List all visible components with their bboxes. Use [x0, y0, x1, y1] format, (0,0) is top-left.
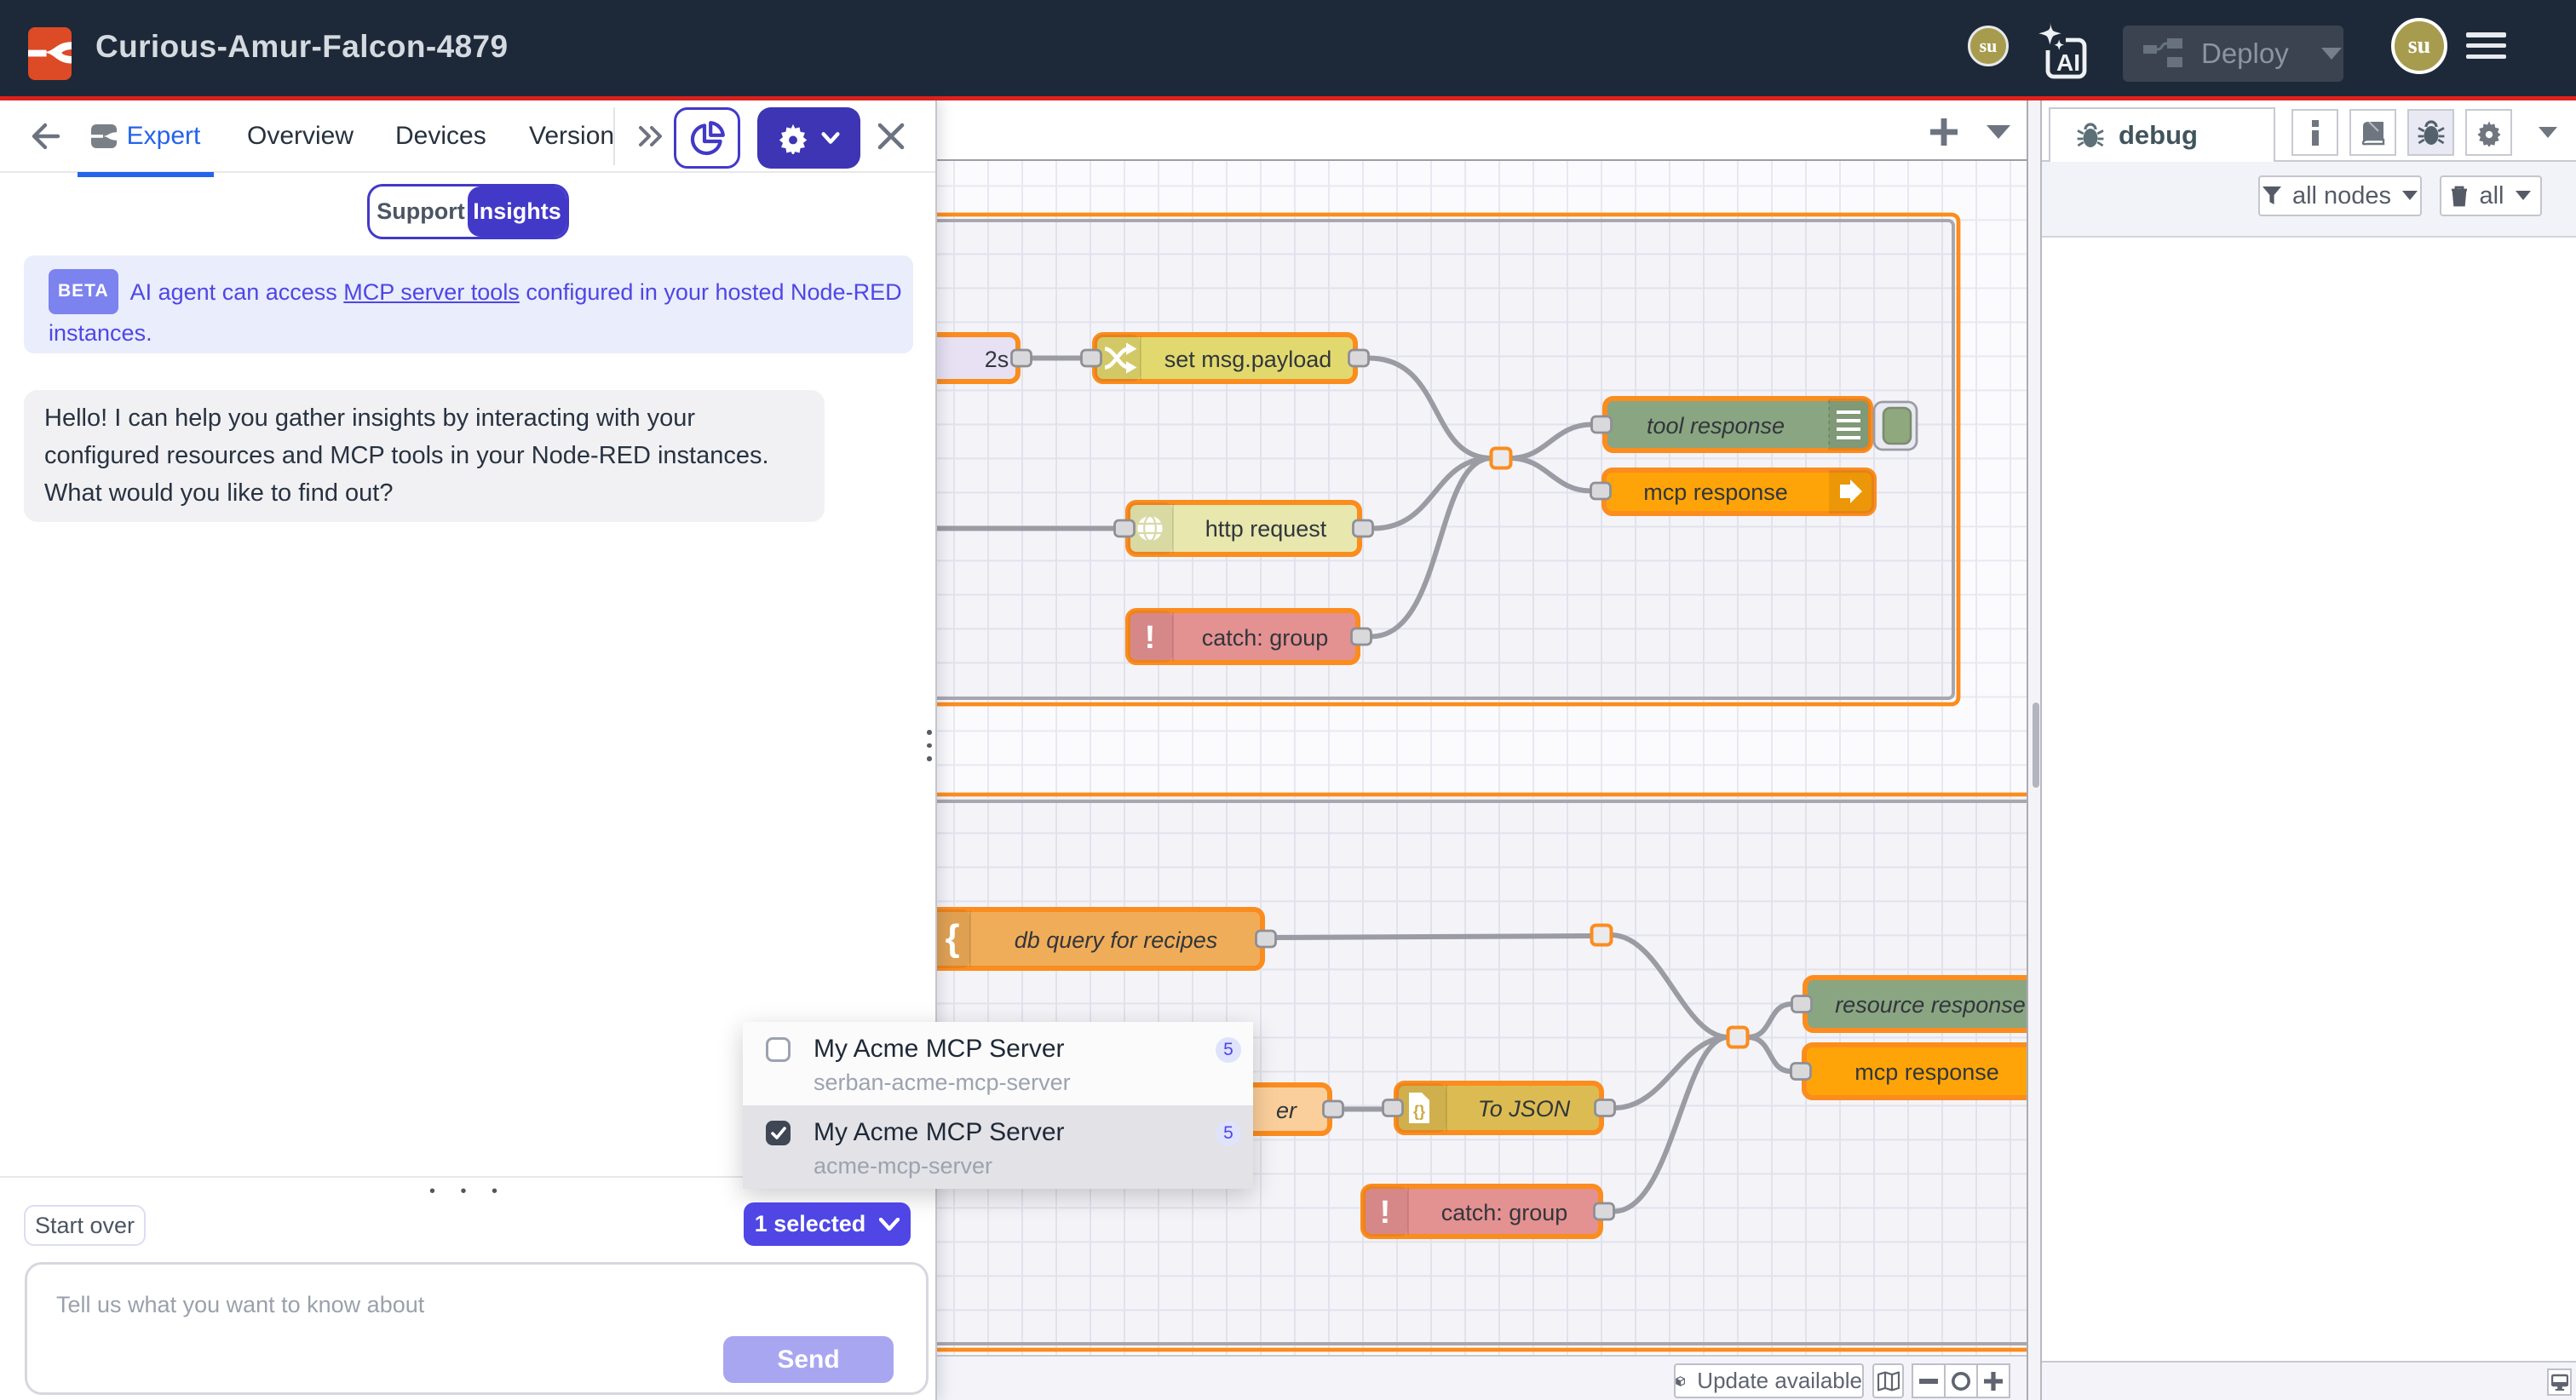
svg-text:AI: AI	[2056, 49, 2080, 76]
svg-text:mcp response: mcp response	[1854, 1059, 1999, 1085]
svg-text:mcp response: mcp response	[1643, 479, 1788, 505]
svg-text:tool response: tool response	[1647, 413, 1785, 439]
svg-text:http request: http request	[1205, 516, 1327, 542]
svg-text:set msg.payload: set msg.payload	[1164, 347, 1332, 372]
svg-text:{}: {}	[1413, 1103, 1425, 1120]
svg-text:To JSON: To JSON	[1478, 1096, 1571, 1122]
svg-text:er: er	[1276, 1098, 1297, 1123]
svg-text:{: {	[945, 917, 959, 959]
svg-text:resource response: resource response	[1835, 992, 2026, 1018]
svg-text:!: !	[1145, 620, 1156, 656]
svg-text:catch: group: catch: group	[1441, 1200, 1568, 1225]
svg-text:catch: group: catch: group	[1202, 625, 1329, 651]
svg-text:2s: 2s	[985, 347, 1009, 372]
svg-text:!: !	[1380, 1195, 1391, 1231]
svg-text:db query for recipes: db query for recipes	[1015, 927, 1218, 953]
